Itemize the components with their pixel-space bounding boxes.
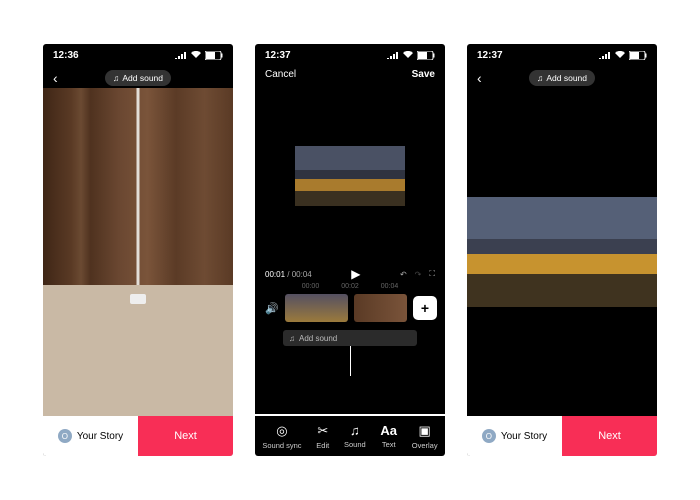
screen-post-preview: 12:36 ‹ ♫ Add sound Aa ⌄ O Your Story Ne… [43,44,233,456]
playhead[interactable] [255,346,445,376]
video-preview[interactable] [43,88,233,416]
status-icons [599,51,647,60]
editor-preview[interactable] [295,91,405,261]
timeline[interactable]: 🔊 + [255,290,445,326]
preview-frame [295,146,405,206]
screen-video-editor: 12:37 Cancel Save 00:01 / 00:04 ▶ ↶ ↷ ⛶ … [255,44,445,456]
tab-overlay[interactable]: ▣ Overlay [412,423,438,450]
save-button[interactable]: Save [412,69,435,80]
tab-sound[interactable]: ♫ Sound [344,423,366,449]
tab-sound-sync[interactable]: ◎ Sound sync [262,423,301,450]
tab-text[interactable]: Aa Text [380,423,397,449]
add-sound-button[interactable]: ♫ Add sound [529,70,595,86]
editor-tabs: ◎ Sound sync ✂ Edit ♫ Sound Aa Text ▣ Ov… [255,414,445,456]
bottom-bar: O Your Story Next [467,416,657,456]
music-note-icon: ♫ [289,334,295,343]
status-icons [387,51,435,60]
fullscreen-button[interactable]: ⛶ [429,269,435,279]
your-story-button[interactable]: O Your Story [467,416,562,456]
transport-bar: 00:01 / 00:04 ▶ ↶ ↷ ⛶ [255,261,445,283]
next-button[interactable]: Next [138,416,233,456]
avatar: O [58,429,72,443]
undo-button[interactable]: ↶ [400,270,407,279]
clip-2[interactable] [354,294,407,322]
time-total: / 00:04 [287,270,311,279]
top-bar: ‹ ♫ Add sound [467,66,657,90]
status-bar: 12:37 [467,44,657,66]
your-story-button[interactable]: O Your Story [43,416,138,456]
time-current: 00:01 [265,270,285,279]
redo-button[interactable]: ↷ [415,270,422,279]
back-button[interactable]: ‹ [477,70,482,86]
bottom-bar: O Your Story Next [43,416,233,456]
add-sound-label: Add sound [122,73,163,83]
cancel-button[interactable]: Cancel [265,69,296,80]
scissors-icon: ✂ [317,423,328,439]
sound-track-label: Add sound [299,334,337,343]
add-sound-label: Add sound [546,73,587,83]
music-note-icon: ♫ [113,73,119,83]
sound-track[interactable]: ♫ Add sound [283,330,417,346]
clock: 12:37 [265,50,291,61]
avatar: O [482,429,496,443]
editor-header: Cancel Save [255,66,445,83]
preview-frame [467,197,657,307]
clip-1[interactable] [285,294,348,322]
play-button[interactable]: ▶ [351,267,360,281]
back-button[interactable]: ‹ [53,70,58,86]
top-bar: ‹ ♫ Add sound [43,66,233,90]
overlay-icon: ▣ [419,423,431,439]
music-note-icon: ♫ [350,423,360,438]
your-story-label: Your Story [77,431,123,442]
your-story-label: Your Story [501,431,547,442]
status-bar: 12:36 [43,44,233,66]
text-icon: Aa [380,423,397,438]
next-button[interactable]: Next [562,416,657,456]
video-preview[interactable] [467,88,657,416]
clock: 12:36 [53,50,79,61]
screen-post-preview-2: 12:37 ‹ ♫ Add sound Aa ⌄ O Your Story Ne… [467,44,657,456]
status-icons [175,51,223,60]
add-sound-button[interactable]: ♫ Add sound [105,70,171,86]
volume-icon[interactable]: 🔊 [263,302,279,315]
time-ticks: 00:00 00:02 00:04 [255,283,445,290]
next-label: Next [598,430,621,442]
music-note-icon: ♫ [537,73,543,83]
add-clip-button[interactable]: + [413,296,437,320]
status-bar: 12:37 [255,44,445,66]
sync-icon: ◎ [276,423,287,439]
next-label: Next [174,430,197,442]
clock: 12:37 [477,50,503,61]
tab-edit[interactable]: ✂ Edit [316,423,329,450]
